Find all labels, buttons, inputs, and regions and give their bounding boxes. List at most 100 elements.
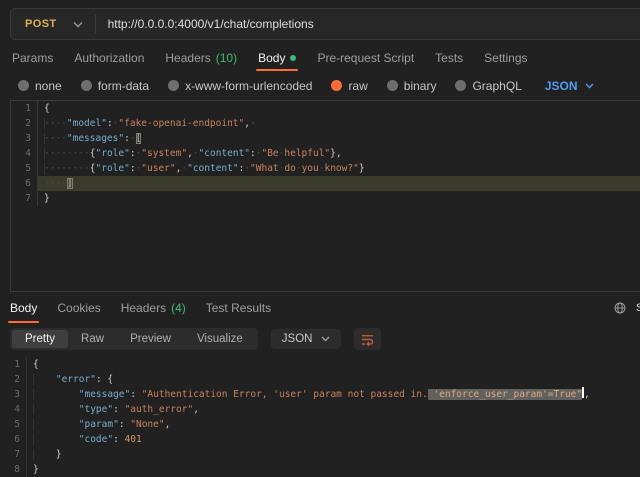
code-token [33, 389, 79, 400]
code-line[interactable]: 2····"model":·"fake-openai-endpoint",· [11, 116, 640, 131]
code-token: "message" [79, 389, 130, 400]
response-tab-cookies[interactable]: Cookies [57, 292, 100, 323]
tab-params[interactable]: Params [12, 44, 53, 71]
line-number: 6 [0, 432, 26, 447]
code-token: "role" [96, 163, 130, 174]
method-selector[interactable]: POST [11, 18, 95, 30]
code-line[interactable]: 4········{"role":·"system",·"content":·"… [11, 146, 640, 161]
tab-body[interactable]: Body [258, 44, 296, 71]
chevron-down-icon [73, 21, 83, 28]
view-mode-raw[interactable]: Raw [68, 330, 117, 348]
code-line[interactable]: 2 "error": { [0, 372, 640, 387]
code-token: : [113, 404, 124, 415]
code-token: "model" [67, 118, 107, 129]
response-body-viewer[interactable]: 1{2 "error": {3 "message": "Authenticati… [0, 357, 640, 477]
chevron-down-icon [321, 336, 330, 342]
tab-label: Pre-request Script [317, 51, 414, 65]
line-number: 4 [0, 402, 26, 417]
tab-tests[interactable]: Tests [435, 44, 463, 71]
url-bar: POST http://0.0.0.0:4000/v1/chat/complet… [10, 8, 640, 40]
tab-headers[interactable]: Headers (10) [165, 44, 237, 71]
wrap-text-icon [360, 332, 375, 347]
code-token: } [56, 449, 62, 460]
view-mode-pretty[interactable]: Pretty [12, 330, 68, 348]
tab-pre-request-script[interactable]: Pre-request Script [317, 44, 414, 71]
code-line[interactable]: 7} [11, 191, 640, 206]
code-token: : [130, 389, 141, 400]
radio-icon [168, 80, 179, 91]
body-type-graphql[interactable]: GraphQL [455, 79, 521, 93]
code-token [33, 449, 56, 460]
body-type-form-data[interactable]: form-data [81, 79, 149, 93]
response-tab-test-results[interactable]: Test Results [206, 292, 271, 323]
code-line[interactable]: 4 "type": "auth_error", [0, 402, 640, 417]
tab-label: Tests [435, 51, 463, 65]
body-type-label: raw [348, 79, 367, 93]
code-text: { [37, 101, 640, 116]
body-type-none[interactable]: none [18, 79, 62, 93]
line-number: 2 [11, 116, 37, 131]
tab-authorization[interactable]: Authorization [74, 44, 144, 71]
code-token: · [250, 118, 256, 129]
view-mode-switcher: Pretty Raw Preview Visualize [10, 328, 258, 350]
code-token: { [44, 103, 50, 114]
code-token: helpful" [284, 148, 330, 159]
code-line[interactable]: 3····"messages":·[ [11, 131, 640, 146]
chevron-down-icon [585, 83, 594, 89]
tab-settings[interactable]: Settings [484, 44, 527, 71]
line-number: 5 [11, 161, 37, 176]
response-controls: Pretty Raw Preview Visualize JSON [10, 327, 640, 351]
selected-text: 'enforce_user_param'=True" [428, 389, 582, 400]
view-mode-visualize[interactable]: Visualize [184, 330, 256, 348]
code-text: ········{"role":·"system",·"content":·"B… [37, 146, 640, 161]
code-token: "messages" [67, 133, 124, 144]
code-token: [ [136, 133, 142, 144]
code-line[interactable]: 3 "message": "Authentication Error, 'use… [0, 387, 640, 402]
code-line[interactable]: 7 } [0, 447, 640, 462]
line-number: 5 [0, 417, 26, 432]
url-input[interactable]: http://0.0.0.0:4000/v1/chat/completions [96, 17, 314, 31]
request-language-dropdown[interactable]: JSON [545, 79, 594, 93]
response-tab-headers[interactable]: Headers (4) [121, 292, 186, 323]
code-text: "message": "Authentication Error, 'user'… [26, 387, 640, 402]
response-tabs: Body Cookies Headers (4) Test Results S [0, 292, 640, 323]
response-tab-body[interactable]: Body [10, 292, 37, 323]
view-mode-preview[interactable]: Preview [117, 330, 184, 348]
language-label: JSON [545, 79, 578, 93]
line-number: 4 [11, 146, 37, 161]
body-type-raw[interactable]: raw [331, 79, 367, 93]
request-url-row: POST http://0.0.0.0:4000/v1/chat/complet… [0, 0, 640, 44]
code-token: , [165, 419, 171, 430]
code-line[interactable]: 6····] [11, 176, 640, 191]
request-body-editor[interactable]: 1{2····"model":·"fake-openai-endpoint",·… [10, 100, 640, 292]
code-text: ····] [37, 176, 640, 191]
code-token: "fake-openai-endpoint" [118, 118, 244, 129]
code-token: : [119, 419, 130, 430]
radio-selected-icon [331, 80, 342, 91]
code-line[interactable]: 6 "code": 401 [0, 432, 640, 447]
line-number: 8 [0, 462, 26, 477]
code-text: ····"model":·"fake-openai-endpoint",· [37, 116, 640, 131]
code-token: 401 [125, 434, 142, 445]
code-token: "param" [79, 419, 119, 430]
code-token: } [44, 193, 50, 204]
code-line[interactable]: 5········{"role":·"user",·"content":·"Wh… [11, 161, 640, 176]
language-label: JSON [282, 333, 313, 345]
body-type-x-www-form-urlencoded[interactable]: x-www-form-urlencoded [168, 79, 312, 93]
response-status-clipped: S [636, 302, 640, 314]
line-number: 7 [0, 447, 26, 462]
response-language-dropdown[interactable]: JSON [271, 329, 342, 349]
code-text: "param": "None", [26, 417, 640, 432]
code-line[interactable]: 1{ [11, 101, 640, 116]
body-type-binary[interactable]: binary [387, 79, 437, 93]
tab-label: Body [258, 51, 285, 65]
code-token: "What [250, 163, 279, 174]
code-line[interactable]: 8} [0, 462, 640, 477]
code-line[interactable]: 5 "param": "None", [0, 417, 640, 432]
code-line[interactable]: 1{ [0, 357, 640, 372]
tab-label: Cookies [57, 301, 100, 315]
code-token [33, 374, 56, 385]
wrap-text-button[interactable] [354, 328, 381, 350]
line-number: 6 [11, 176, 37, 191]
method-label: POST [25, 18, 57, 30]
